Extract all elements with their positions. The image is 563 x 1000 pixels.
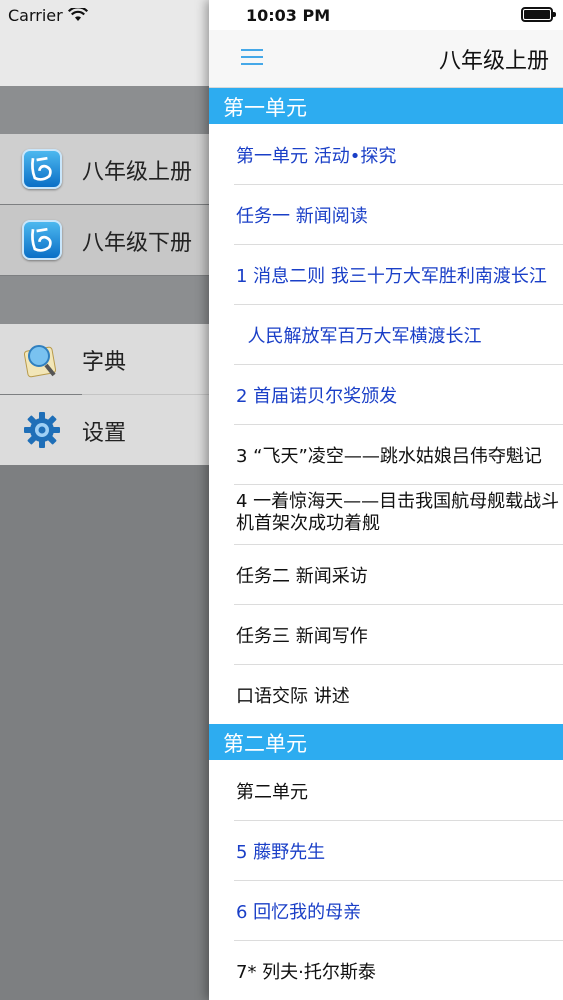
section-header: 第二单元: [209, 724, 563, 760]
nav-bar: 八年级上册: [209, 30, 563, 88]
list-item[interactable]: 2 首届诺贝尔奖颁发: [209, 365, 563, 425]
menu-icon[interactable]: [239, 44, 265, 70]
list-item[interactable]: 1 消息二则 我三十万大军胜利南渡长江: [209, 245, 563, 305]
list-item-label: 5 藤野先生: [236, 842, 326, 863]
list-item-label: 7* 列夫·托尔斯泰: [236, 962, 376, 983]
list-item[interactable]: 6 回忆我的母亲: [209, 881, 563, 941]
list-item[interactable]: 第一单元 活动•探究: [209, 125, 563, 185]
carrier-label: Carrier: [8, 6, 63, 25]
content-panel: 10:03 PM 八年级上册 第一单元 第一单元 活动•探究 任务一 新闻阅读 …: [209, 0, 563, 1000]
book-app-icon: [22, 220, 62, 260]
section-title: 第一单元: [223, 96, 307, 120]
gear-icon: [22, 410, 62, 450]
list-item[interactable]: 3 “飞天”凌空——跳水姑娘吕伟夺魁记: [209, 425, 563, 485]
page-title: 八年级上册: [438, 49, 549, 74]
list-item[interactable]: 任务二 新闻采访: [209, 545, 563, 605]
side-menu-item-label: 设置: [82, 421, 127, 446]
list-item-label: 口语交际 讲述: [236, 686, 350, 707]
list-item-label: 任务二 新闻采访: [236, 566, 368, 587]
list-item[interactable]: 4 一着惊海天——目击我国航母舰载战斗机首架次成功着舰: [209, 485, 563, 545]
book-app-icon: [22, 149, 62, 189]
list-item[interactable]: 5 藤野先生: [209, 821, 563, 881]
list-item-label: 2 首届诺贝尔奖颁发: [236, 386, 398, 407]
status-time: 10:03 PM: [246, 6, 331, 25]
list-item-label: 6 回忆我的母亲: [236, 902, 362, 923]
list-item-label: 任务三 新闻写作: [236, 626, 368, 647]
wifi-icon: [68, 8, 88, 21]
list-item[interactable]: 任务一 新闻阅读: [209, 185, 563, 245]
side-menu-item-label: 八年级上册: [82, 160, 193, 185]
list-item-label: 人民解放军百万大军横渡长江: [236, 326, 482, 347]
side-menu-item-label: 字典: [82, 350, 127, 375]
list-item-label: 4 一着惊海天——目击我国航母舰载战斗机首架次成功着舰: [236, 491, 560, 534]
list-item-label: 第一单元 活动•探究: [236, 146, 397, 167]
section-header: 第一单元: [209, 88, 563, 124]
dictionary-icon: [22, 339, 62, 379]
list-item[interactable]: 任务三 新闻写作: [209, 605, 563, 665]
list-item-label: 任务一 新闻阅读: [236, 206, 368, 227]
list-item-label: 3 “飞天”凌空——跳水姑娘吕伟夺魁记: [236, 446, 542, 467]
list-item[interactable]: 人民解放军百万大军横渡长江: [209, 305, 563, 365]
section-title: 第二单元: [223, 732, 307, 756]
list-item-label: 1 消息二则 我三十万大军胜利南渡长江: [236, 266, 547, 287]
list-item-label: 第二单元: [236, 782, 308, 803]
list-item[interactable]: 口语交际 讲述: [209, 665, 563, 725]
battery-icon: [521, 7, 556, 22]
side-menu-item-label: 八年级下册: [82, 231, 193, 256]
list-item[interactable]: 第二单元: [209, 761, 563, 821]
list-item[interactable]: 7* 列夫·托尔斯泰: [209, 941, 563, 1000]
